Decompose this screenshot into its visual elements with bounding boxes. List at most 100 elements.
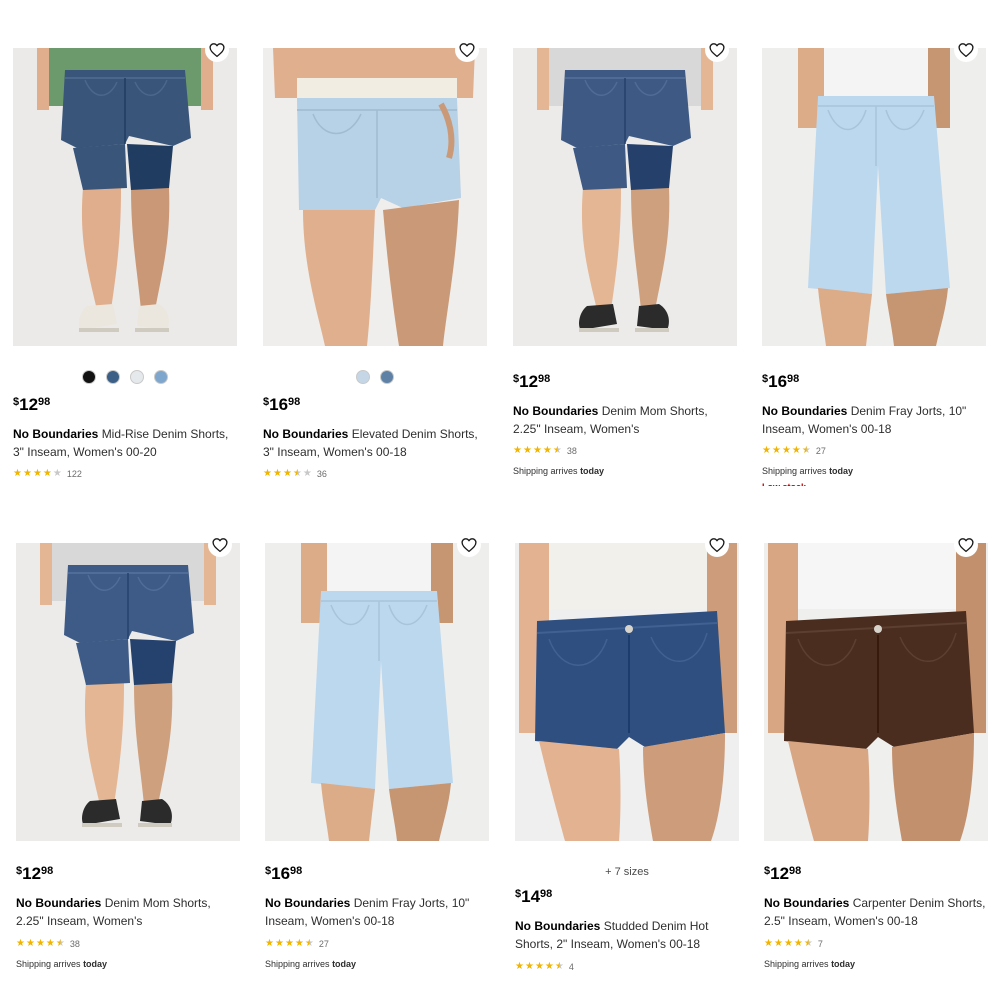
favorite-heart-icon[interactable] <box>457 533 481 557</box>
product-price: $1298 <box>764 864 802 883</box>
star-icon: ★ <box>542 445 552 456</box>
product-brand: No Boundaries <box>764 896 850 910</box>
rating-stars: ★ ★ ★ ★ ★ 36 <box>263 468 327 480</box>
product-title[interactable]: No Boundaries Studded Denim Hot Shorts, … <box>515 917 739 953</box>
favorite-heart-icon[interactable] <box>954 533 978 557</box>
favorite-heart-icon[interactable] <box>208 533 232 557</box>
product-title[interactable]: No Boundaries Denim Fray Jorts, 10" Inse… <box>762 402 986 438</box>
star-icon: ★ <box>552 445 562 456</box>
star-icon: ★ <box>515 961 524 972</box>
favorite-heart-icon[interactable] <box>705 533 729 557</box>
favorite-heart-icon[interactable] <box>205 38 229 62</box>
star-icon: ★ <box>265 938 274 949</box>
color-swatch[interactable] <box>356 370 370 384</box>
shipping-info: Shipping arrives today <box>764 959 856 969</box>
product-photo <box>515 543 739 841</box>
product-image[interactable] <box>265 543 489 841</box>
star-icon: ★ <box>554 961 564 972</box>
star-icon: ★ <box>801 445 811 456</box>
star-icon: ★ <box>25 938 35 949</box>
product-image[interactable] <box>513 48 737 346</box>
heart-outline-icon <box>958 538 974 553</box>
favorite-heart-icon[interactable] <box>954 38 978 62</box>
product-price: $1298 <box>13 395 51 414</box>
star-icon: ★ <box>773 938 783 949</box>
color-swatches <box>263 370 487 384</box>
rating-stars: ★ ★ ★ ★ ★ 38 <box>16 938 80 950</box>
product-photo <box>265 543 489 841</box>
rating-stars: ★ ★ ★ ★ ★ 38 <box>513 445 577 457</box>
shipping-info: Shipping arrives today <box>16 959 108 969</box>
star-icon: ★ <box>304 938 314 949</box>
color-swatch[interactable] <box>82 370 96 384</box>
star-icon: ★ <box>13 468 22 479</box>
star-icon: ★ <box>42 468 52 479</box>
star-icon: ★ <box>764 938 773 949</box>
product-photo <box>16 543 240 841</box>
rating-stars: ★ ★ ★ ★ ★ 4 <box>515 961 574 973</box>
color-swatch[interactable] <box>106 370 120 384</box>
star-icon: ★ <box>55 938 65 949</box>
review-count: 36 <box>316 469 327 479</box>
product-image[interactable] <box>764 543 988 841</box>
heart-outline-icon <box>958 43 974 58</box>
product-title[interactable]: No Boundaries Elevated Denim Shorts, 3" … <box>263 425 487 461</box>
product-image[interactable] <box>515 543 739 841</box>
star-icon: ★ <box>544 961 554 972</box>
product-image[interactable] <box>16 543 240 841</box>
review-count: 38 <box>566 446 577 456</box>
star-icon: ★ <box>282 468 292 479</box>
star-icon: ★ <box>781 445 791 456</box>
star-icon: ★ <box>522 445 532 456</box>
star-icon: ★ <box>534 961 544 972</box>
star-icon: ★ <box>45 938 55 949</box>
product-brand: No Boundaries <box>263 427 349 441</box>
heart-outline-icon <box>709 43 725 58</box>
product-brand: No Boundaries <box>762 404 848 418</box>
product-price: $1698 <box>265 864 303 883</box>
heart-outline-icon <box>212 538 228 553</box>
product-title[interactable]: No Boundaries Denim Fray Jorts, 10" Inse… <box>265 894 489 930</box>
star-icon: ★ <box>284 938 294 949</box>
product-image[interactable] <box>762 48 986 346</box>
star-icon: ★ <box>302 468 312 479</box>
star-icon: ★ <box>16 938 25 949</box>
color-swatch[interactable] <box>130 370 144 384</box>
review-count: 7 <box>817 939 823 949</box>
heart-outline-icon <box>709 538 725 553</box>
product-title[interactable]: No Boundaries Denim Mom Shorts, 2.25" In… <box>16 894 240 930</box>
star-icon: ★ <box>532 445 542 456</box>
review-count: 27 <box>815 446 826 456</box>
star-icon: ★ <box>783 938 793 949</box>
star-icon: ★ <box>274 938 284 949</box>
product-price: $1698 <box>263 395 301 414</box>
star-icon: ★ <box>272 468 282 479</box>
product-title[interactable]: No Boundaries Mid-Rise Denim Shorts, 3" … <box>13 425 237 461</box>
color-swatch[interactable] <box>154 370 168 384</box>
product-title[interactable]: No Boundaries Denim Mom Shorts, 2.25" In… <box>513 402 737 438</box>
review-count: 27 <box>318 939 329 949</box>
product-brand: No Boundaries <box>16 896 102 910</box>
star-icon: ★ <box>263 468 272 479</box>
favorite-heart-icon[interactable] <box>455 38 479 62</box>
product-title[interactable]: No Boundaries Carpenter Denim Shorts, 2.… <box>764 894 988 930</box>
shipping-info: Shipping arrives today <box>513 466 605 476</box>
product-brand: No Boundaries <box>265 896 351 910</box>
product-brand: No Boundaries <box>513 404 599 418</box>
product-image[interactable] <box>263 48 487 346</box>
product-photo <box>13 48 237 346</box>
color-swatch[interactable] <box>380 370 394 384</box>
low-stock-label: Low stock <box>762 482 806 486</box>
favorite-heart-icon[interactable] <box>705 38 729 62</box>
star-icon: ★ <box>793 938 803 949</box>
product-brand: No Boundaries <box>515 919 601 933</box>
rating-stars: ★ ★ ★ ★ ★ 7 <box>764 938 823 950</box>
star-icon: ★ <box>294 938 304 949</box>
shipping-info: Shipping arrives today <box>762 466 854 476</box>
product-image[interactable] <box>13 48 237 346</box>
more-sizes-link[interactable]: + 7 sizes <box>515 866 739 878</box>
review-count: 38 <box>69 939 80 949</box>
product-price: $1298 <box>16 864 54 883</box>
heart-outline-icon <box>209 43 225 58</box>
product-price: $1498 <box>515 887 553 906</box>
